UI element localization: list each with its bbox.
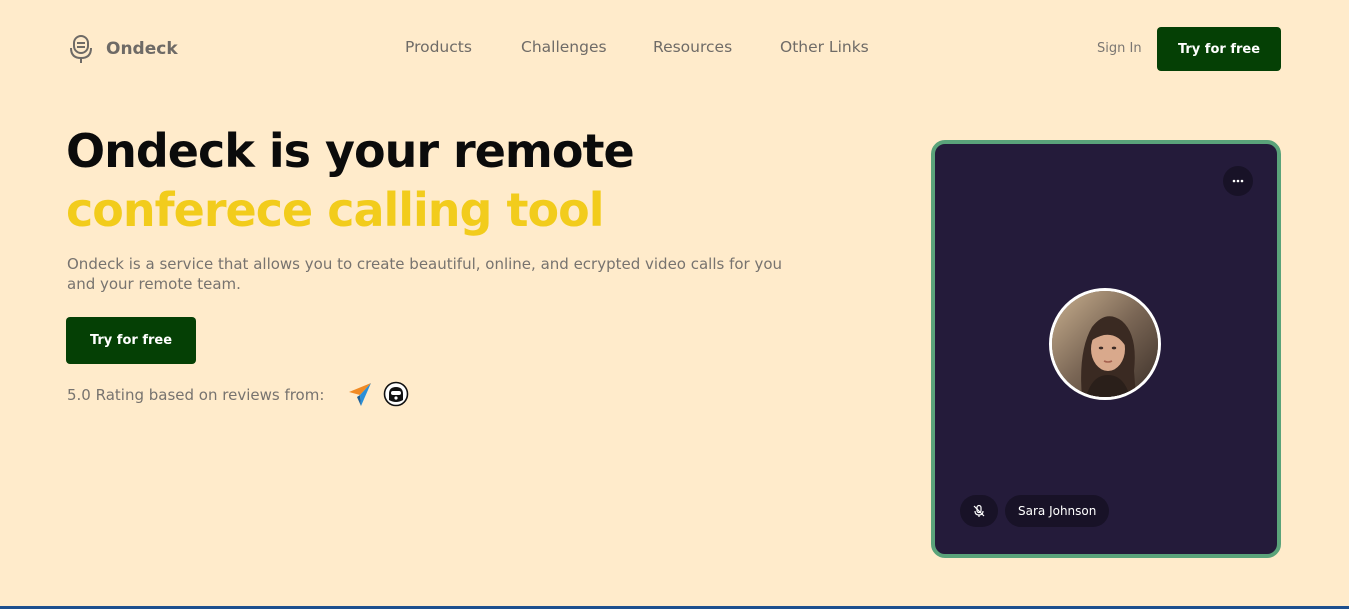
hero-description: Ondeck is a service that allows you to c…: [67, 255, 783, 293]
sign-in-link[interactable]: Sign In: [1097, 41, 1142, 56]
microphone-icon: [68, 34, 94, 64]
nav-item-challenges[interactable]: Challenges: [521, 38, 607, 56]
nav-item-other-links[interactable]: Other Links: [780, 38, 869, 56]
nav-item-products[interactable]: Products: [405, 38, 472, 56]
brand-name: Ondeck: [106, 39, 178, 59]
hero-try-for-free-button[interactable]: Try for free: [66, 317, 196, 364]
microphone-muted-icon[interactable]: [960, 495, 998, 527]
video-call-card: Sara Johnson: [931, 140, 1281, 558]
review-sources: [347, 381, 409, 412]
paper-plane-logo-icon[interactable]: [347, 381, 373, 412]
participant-avatar: [1049, 288, 1161, 400]
brand-logo[interactable]: Ondeck: [68, 34, 178, 64]
hero-title-line1: Ondeck is your remote: [66, 124, 635, 178]
hero-title-line2: conferece calling tool: [66, 183, 604, 237]
more-dots-icon[interactable]: [1223, 166, 1253, 196]
astronaut-logo-icon[interactable]: [383, 381, 409, 412]
participant-name: Sara Johnson: [1005, 495, 1110, 527]
header-try-for-free-button[interactable]: Try for free: [1157, 27, 1281, 71]
rating-text: 5.0 Rating based on reviews from:: [67, 386, 325, 404]
rating-row: 5.0 Rating based on reviews from:: [67, 381, 409, 407]
nav-item-resources[interactable]: Resources: [653, 38, 732, 56]
